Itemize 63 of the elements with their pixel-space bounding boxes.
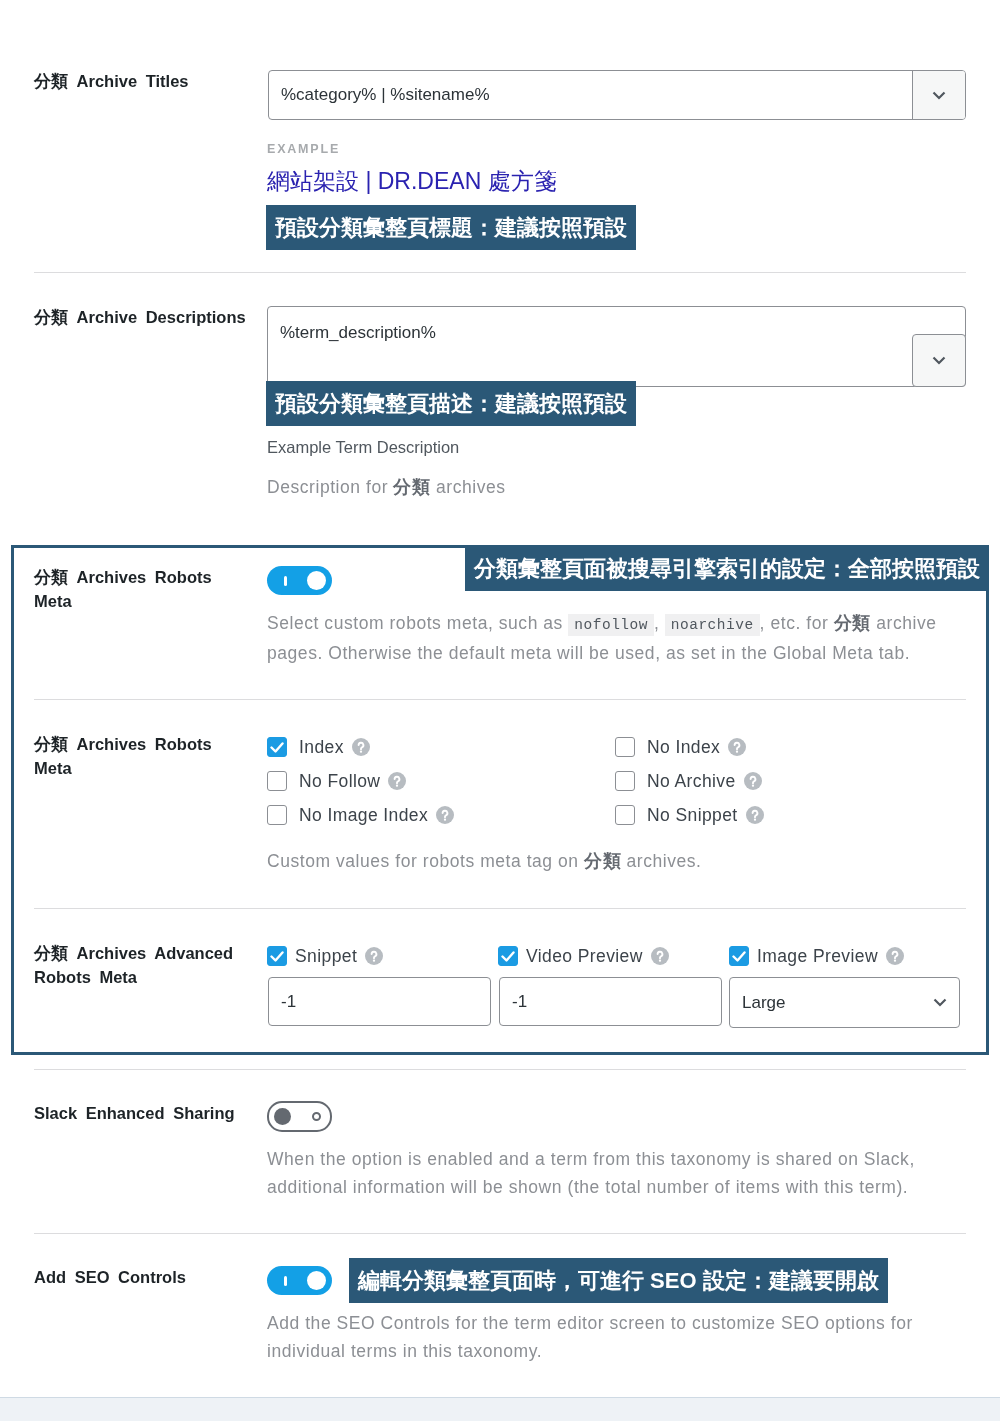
help-icon: [885, 947, 904, 965]
checkbox-label[interactable]: No Archive: [647, 770, 736, 792]
example-heading: EXAMPLE: [267, 141, 341, 157]
example-text: Example Term Description: [267, 437, 460, 457]
checkbox-label[interactable]: Image Preview: [757, 945, 878, 967]
checkbox-label[interactable]: No Image Index: [299, 804, 429, 826]
checkmark-icon: [501, 950, 515, 962]
setting-label: Add SEO Controls: [34, 1267, 187, 1288]
toggle-switch[interactable]: [267, 566, 332, 595]
checkbox-label[interactable]: Snippet: [295, 945, 358, 967]
input-field[interactable]: -1: [268, 977, 491, 1026]
description-text: Add the SEO Controls for the term editor screen to customize SEO options for individual terms in this taxonomy.: [267, 1312, 914, 1363]
help-icon: [365, 947, 384, 965]
dropdown-button[interactable]: [912, 71, 965, 119]
setting-label: 分類 Archives Advanced Robots Meta: [34, 943, 235, 988]
help-icon: [745, 806, 764, 824]
annotation-label: 預設分類彙整頁描述：建議按照預設: [266, 381, 636, 426]
checkbox-label[interactable]: Video Preview: [526, 945, 643, 967]
help-icon: [743, 772, 762, 790]
chevron-down-icon: [932, 90, 946, 100]
checkbox[interactable]: [267, 737, 287, 757]
toggle-switch[interactable]: [267, 1266, 332, 1295]
description-text: Custom values for robots meta tag on 分類 archives.: [267, 850, 703, 873]
help-icon: [351, 738, 370, 756]
setting-label: 分類 Archives Robots Meta: [34, 567, 213, 612]
checkbox-label[interactable]: Index: [299, 736, 344, 758]
checkbox[interactable]: [267, 805, 287, 825]
chevron-down-icon: [933, 998, 947, 1007]
template-field[interactable]: %category% | %sitename%: [268, 70, 966, 120]
select-field[interactable]: Large: [729, 977, 960, 1028]
description-text: Select custom robots meta, such as nofollow , noarchive , etc. for 分類 archive pages. Otherwise the default meta will be used, as set in the Global Meta tab.: [267, 612, 938, 665]
annotation-label: 編輯分類彙整頁面時，可進行 SEO 設定：建議要開啟: [349, 1258, 888, 1303]
checkbox[interactable]: [267, 946, 287, 966]
checkbox[interactable]: [615, 737, 635, 757]
checkbox-label[interactable]: No Snippet: [647, 804, 738, 826]
textarea-field[interactable]: %term_description%: [267, 306, 966, 387]
checkbox[interactable]: [615, 805, 635, 825]
checkbox[interactable]: [729, 946, 749, 966]
example-title: 網站架設 | DR.DEAN 處方箋: [267, 167, 557, 196]
annotation-label: 預設分類彙整頁標題：建議按照預設: [266, 205, 636, 250]
checkbox-label[interactable]: No Follow: [299, 770, 381, 792]
setting-label: 分類 Archives Robots Meta: [34, 734, 213, 779]
description-text: Description for 分類 archives: [267, 476, 507, 499]
input-field[interactable]: -1: [499, 977, 722, 1026]
checkmark-icon: [270, 950, 284, 962]
dropdown-button[interactable]: [912, 334, 966, 387]
chevron-down-icon: [932, 356, 946, 365]
help-icon: [728, 738, 747, 756]
setting-label: Slack Enhanced Sharing: [34, 1103, 236, 1124]
checkbox[interactable]: [498, 946, 518, 966]
help-icon: [436, 806, 455, 824]
checkbox-label[interactable]: No Index: [647, 736, 721, 758]
checkmark-icon: [270, 741, 284, 753]
checkmark-icon: [732, 950, 746, 962]
checkbox[interactable]: [267, 771, 287, 791]
setting-label: 分類 Archive Descriptions: [34, 307, 247, 328]
checkbox[interactable]: [615, 771, 635, 791]
help-icon: [388, 772, 407, 790]
description-text: When the option is enabled and a term from this taxonomy is shared on Slack, additional information will be shown (the total number of items with this term).: [267, 1148, 916, 1199]
annotation-label: 分類彙整頁面被搜尋引擎索引的設定：全部按照預設: [465, 546, 989, 591]
toggle-switch[interactable]: [267, 1101, 332, 1132]
setting-label: 分類 Archive Titles: [34, 71, 190, 92]
help-icon: [650, 947, 669, 965]
